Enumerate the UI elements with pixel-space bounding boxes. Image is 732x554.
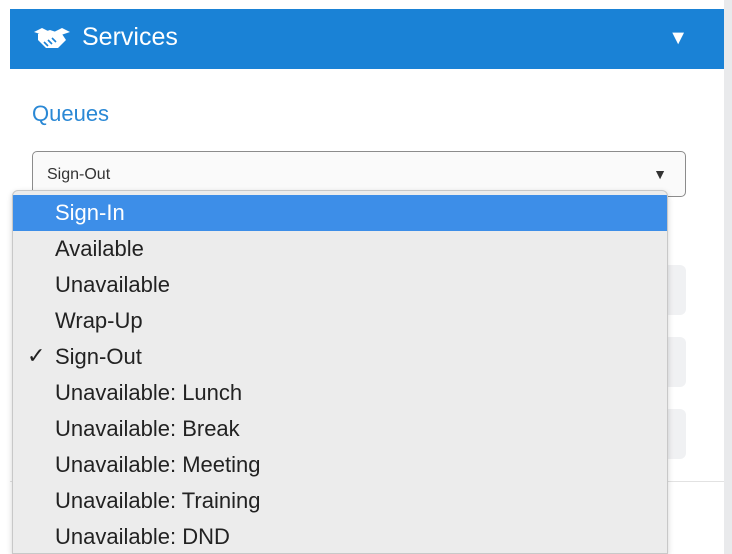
- dropdown-option-unavailable-break[interactable]: Unavailable: Break: [13, 411, 667, 447]
- option-label: Wrap-Up: [55, 308, 143, 333]
- dropdown-option-unavailable[interactable]: Unavailable: [13, 267, 667, 303]
- dropdown-option-unavailable-lunch[interactable]: Unavailable: Lunch: [13, 375, 667, 411]
- queue-status-dropdown[interactable]: Sign-In Available Unavailable Wrap-Up ✓ …: [12, 190, 668, 554]
- dropdown-arrow-icon: ▼: [653, 166, 667, 182]
- queue-select-value: Sign-Out: [47, 166, 111, 183]
- dropdown-option-sign-in[interactable]: Sign-In: [13, 195, 667, 231]
- dropdown-option-wrap-up[interactable]: Wrap-Up: [13, 303, 667, 339]
- option-label: Unavailable: Meeting: [55, 452, 261, 477]
- dropdown-option-unavailable-dnd[interactable]: Unavailable: DND: [13, 519, 667, 553]
- left-margin: [0, 0, 10, 554]
- queues-label: Queues: [32, 101, 110, 126]
- dropdown-option-sign-out[interactable]: ✓ Sign-Out: [13, 339, 667, 375]
- option-label: Unavailable: DND: [55, 524, 230, 549]
- option-label: Unavailable: Break: [55, 416, 240, 441]
- option-label: Sign-Out: [55, 344, 142, 369]
- dropdown-option-unavailable-meeting[interactable]: Unavailable: Meeting: [13, 447, 667, 483]
- option-label: Unavailable: [55, 272, 170, 297]
- dropdown-option-available[interactable]: Available: [13, 231, 667, 267]
- caret-down-icon[interactable]: ▼: [668, 27, 688, 50]
- services-panel-header[interactable]: Services ▼: [10, 9, 724, 69]
- option-label: Unavailable: Training: [55, 488, 261, 513]
- option-label: Unavailable: Lunch: [55, 380, 243, 405]
- dropdown-option-unavailable-training[interactable]: Unavailable: Training: [13, 483, 667, 519]
- right-scroll-gutter: [724, 0, 732, 554]
- checkmark-icon: ✓: [27, 343, 46, 368]
- option-label: Sign-In: [55, 200, 125, 225]
- option-label: Available: [55, 236, 144, 261]
- panel-title: Services: [82, 23, 178, 51]
- handshake-icon: [34, 28, 70, 48]
